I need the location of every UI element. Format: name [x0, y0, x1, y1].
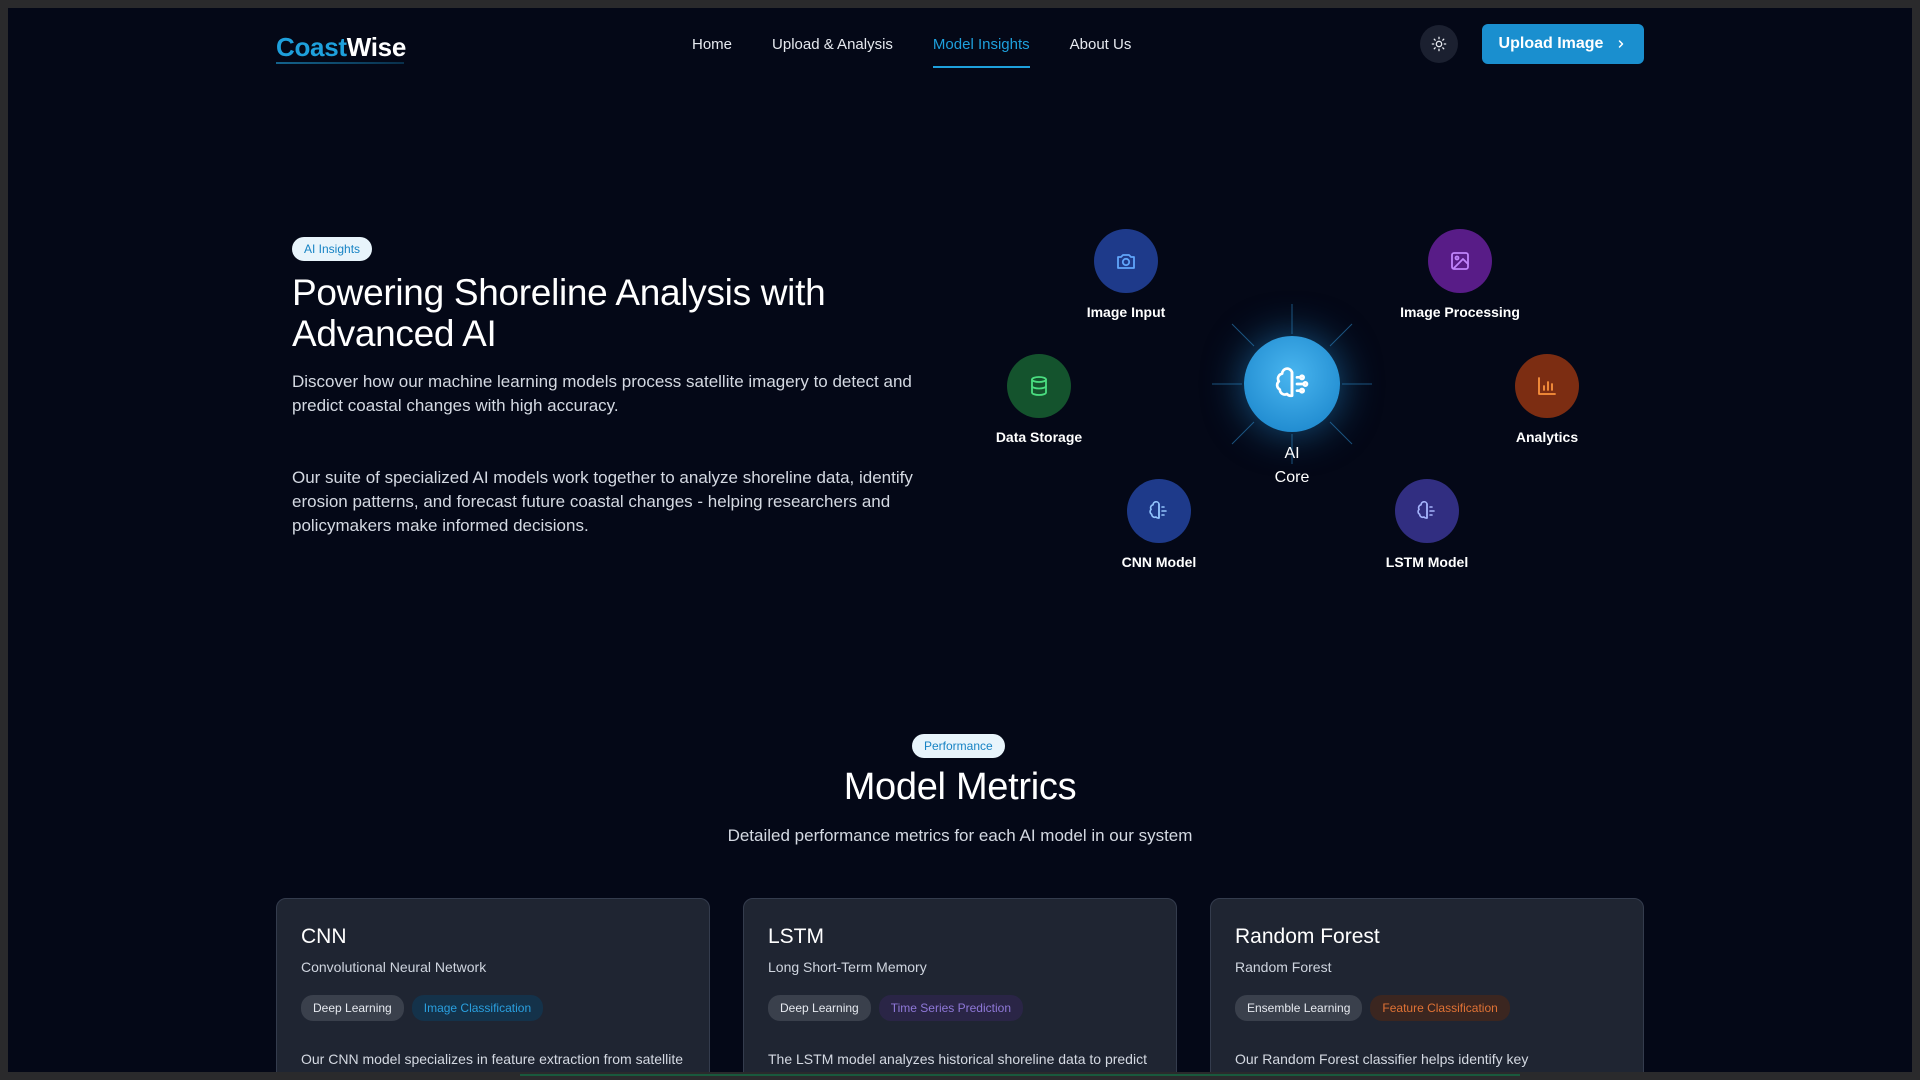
- ai-insights-badge: AI Insights: [292, 237, 373, 261]
- card-model-full-name: Long Short-Term Memory: [768, 959, 927, 975]
- card-description: The LSTM model analyzes historical shore…: [768, 1051, 1147, 1072]
- tag-deep-learning: Deep Learning: [301, 995, 404, 1021]
- sun-icon: [1431, 36, 1447, 52]
- camera-icon: [1117, 254, 1135, 269]
- tag-feature-classification: Feature Classification: [1370, 995, 1510, 1021]
- data-storage-label: Data Storage: [995, 429, 1083, 445]
- model-card-random-forest[interactable]: Random Forest Random Forest Ensemble Lea…: [1210, 898, 1644, 1072]
- lstm-model-node[interactable]: [1395, 479, 1459, 543]
- image-input-label: Image Input: [1086, 304, 1166, 320]
- app-window: CoastWise Home Upload & Analysis Model I…: [8, 8, 1912, 1072]
- database-icon: [1031, 376, 1047, 396]
- card-model-full-name: Convolutional Neural Network: [301, 959, 487, 975]
- model-card-lstm[interactable]: LSTM Long Short-Term Memory Deep Learnin…: [743, 898, 1177, 1072]
- logo-underline: [276, 62, 404, 64]
- lstm-model-label: LSTM Model: [1385, 554, 1469, 570]
- card-tags: Deep Learning Image Classification: [301, 995, 685, 1021]
- bar-chart-icon: [1538, 377, 1556, 395]
- metrics-subtitle: Detailed performance metrics for each AI…: [727, 826, 1193, 845]
- brain-icon: [1149, 500, 1167, 519]
- nav-link-model-insights[interactable]: Model Insights: [932, 36, 1030, 68]
- window-bottom-edge: [0, 1072, 1920, 1080]
- chevron-right-icon: [1619, 40, 1624, 48]
- hero-subtitle: Discover how our machine learning models…: [292, 372, 912, 415]
- analytics-node[interactable]: [1515, 354, 1579, 418]
- bottom-accent-line: [520, 1074, 1520, 1076]
- ai-core-label: AI Core: [1242, 442, 1342, 490]
- analytics-label: Analytics: [1515, 429, 1579, 445]
- card-tags: Deep Learning Time Series Prediction: [768, 995, 1152, 1021]
- data-storage-node[interactable]: [1007, 354, 1071, 418]
- card-model-name: CNN: [301, 925, 347, 948]
- upload-image-label: Upload Image: [1498, 35, 1604, 52]
- nav-links: Home Upload & Analysis Model Insights Ab…: [692, 36, 1132, 68]
- card-description: Our CNN model specializes in feature ext…: [301, 1051, 684, 1072]
- hero-description: Our suite of specialized AI models work …: [292, 468, 913, 535]
- performance-badge: Performance: [912, 734, 1005, 758]
- card-model-full-name: Random Forest: [1235, 959, 1332, 975]
- logo[interactable]: CoastWise: [276, 32, 406, 63]
- image-processing-node[interactable]: [1428, 229, 1492, 293]
- cnn-model-label: CNN Model: [1121, 554, 1197, 570]
- cnn-model-node[interactable]: [1127, 479, 1191, 543]
- card-model-name: Random Forest: [1235, 925, 1380, 948]
- nav-link-upload-analysis[interactable]: Upload & Analysis: [772, 36, 893, 53]
- logo-part-wise: Wise: [346, 32, 407, 62]
- nav-link-home[interactable]: Home: [692, 36, 732, 53]
- brain-icon: [1275, 367, 1309, 398]
- top-navigation: CoastWise Home Upload & Analysis Model I…: [8, 8, 1912, 88]
- image-input-node[interactable]: [1094, 229, 1158, 293]
- tag-time-series-prediction: Time Series Prediction: [878, 995, 1023, 1021]
- hero-title: Powering Shoreline Analysis with Advance…: [292, 272, 826, 354]
- upload-image-button[interactable]: Upload Image: [1482, 24, 1644, 64]
- ai-core-label-line1: AI: [1284, 445, 1300, 462]
- brain-icon: [1417, 500, 1435, 519]
- tag-image-classification: Image Classification: [411, 995, 544, 1021]
- model-card-cnn[interactable]: CNN Convolutional Neural Network Deep Le…: [276, 898, 710, 1072]
- ai-core-node[interactable]: [1244, 336, 1340, 432]
- card-model-name: LSTM: [768, 925, 825, 948]
- image-processing-label: Image Processing: [1400, 304, 1520, 320]
- tag-deep-learning: Deep Learning: [768, 995, 871, 1021]
- theme-toggle-button[interactable]: [1420, 25, 1458, 63]
- card-tags: Ensemble Learning Feature Classification: [1235, 995, 1619, 1021]
- metrics-title: Model Metrics: [843, 766, 1077, 808]
- nav-link-about-us[interactable]: About Us: [1070, 36, 1132, 53]
- tag-ensemble-learning: Ensemble Learning: [1235, 995, 1363, 1021]
- card-description: Our Random Forest classifier helps ident…: [1235, 1051, 1578, 1072]
- ai-core-label-line2: Core: [1274, 469, 1310, 486]
- logo-part-coast: Coast: [276, 32, 347, 62]
- image-icon: [1451, 252, 1469, 270]
